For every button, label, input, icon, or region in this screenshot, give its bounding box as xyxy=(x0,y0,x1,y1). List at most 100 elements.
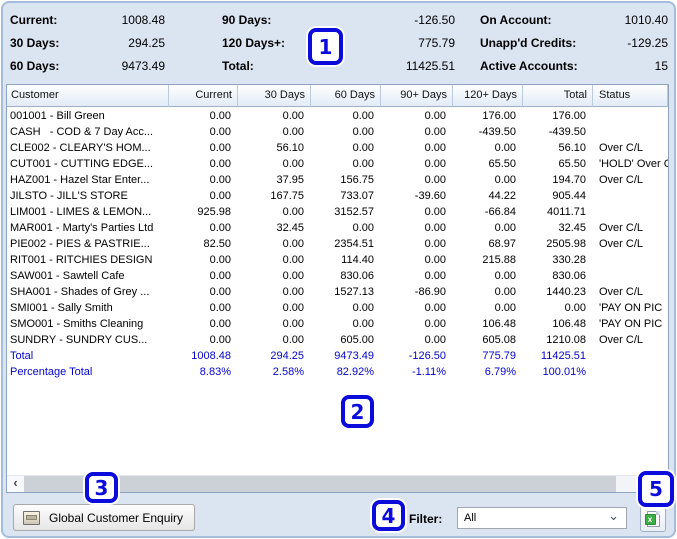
customer-cell: SMI001 - Sally Smith xyxy=(10,302,113,314)
total-cell: 1210.08 xyxy=(546,334,586,346)
column-header-60days[interactable]: 60 Days xyxy=(311,85,381,107)
days60-cell: 830.06 xyxy=(340,270,374,282)
total-cell: 0.00 xyxy=(564,302,586,314)
days30-cell: 56.10 xyxy=(276,142,304,154)
summary-value-on-account: 1010.40 xyxy=(624,13,668,27)
summary-value-120days: 775.79 xyxy=(418,36,455,50)
table-row[interactable]: 001001 - Bill Green 0.00 0.00 0.00 0.00 … xyxy=(7,108,668,124)
table-row[interactable]: SAW001 - Sawtell Cafe 0.00 0.00 830.06 0… xyxy=(7,268,668,284)
current-cell: 0.00 xyxy=(209,270,231,282)
current-cell: 0.00 xyxy=(209,302,231,314)
export-to-excel-button[interactable]: x xyxy=(640,506,666,532)
total-120days: 775.79 xyxy=(482,350,516,362)
summary-label-current: Current: xyxy=(10,13,58,27)
excel-export-icon: x xyxy=(644,511,660,527)
days90-cell: 0.00 xyxy=(424,142,446,154)
total-cell: 1440.23 xyxy=(546,286,586,298)
days120-cell: 68.97 xyxy=(488,238,516,250)
status-cell: 'PAY ON PIC xyxy=(599,318,663,330)
total-cell: 330.28 xyxy=(552,254,586,266)
days60-cell: 0.00 xyxy=(352,126,374,138)
column-header-120days[interactable]: 120+ Days xyxy=(453,85,523,107)
callout-badge-3: 3 xyxy=(85,472,118,503)
current-cell: 0.00 xyxy=(209,142,231,154)
summary-label-90days: 90 Days: xyxy=(222,13,272,27)
table-row[interactable]: CLE002 - CLEARY'S HOM... 0.00 56.10 0.00… xyxy=(7,140,668,156)
days30-cell: 0.00 xyxy=(282,286,304,298)
total-cell: 65.50 xyxy=(558,158,586,170)
total-60days: 9473.49 xyxy=(334,350,374,362)
table-row[interactable]: SMI001 - Sally Smith 0.00 0.00 0.00 0.00… xyxy=(7,300,668,316)
current-cell: 0.00 xyxy=(209,334,231,346)
callout-badge-5: 5 xyxy=(638,471,674,507)
customer-cell: RIT001 - RITCHIES DESIGN xyxy=(10,254,153,266)
customer-cell: SUNDRY - SUNDRY CUS... xyxy=(10,334,148,346)
column-header-30days[interactable]: 30 Days xyxy=(238,85,311,107)
days30-cell: 0.00 xyxy=(282,110,304,122)
status-cell: Over C/L xyxy=(599,174,644,186)
days120-cell: 0.00 xyxy=(494,302,516,314)
days60-cell: 1527.13 xyxy=(334,286,374,298)
customer-balances-window: Current: 1008.48 30 Days: 294.25 60 Days… xyxy=(0,0,677,539)
column-header-90days[interactable]: 90+ Days xyxy=(381,85,453,107)
percentage-current: 8.83% xyxy=(199,366,231,378)
summary-value-unappd-credits: -129.25 xyxy=(627,36,668,50)
days90-cell: 0.00 xyxy=(424,334,446,346)
status-cell xyxy=(593,124,668,140)
current-cell: 0.00 xyxy=(209,318,231,330)
table-row[interactable]: SMO001 - Smiths Cleaning 0.00 0.00 0.00 … xyxy=(7,316,668,332)
days30-cell: 0.00 xyxy=(282,318,304,330)
table-row[interactable]: HAZ001 - Hazel Star Enter... 0.00 37.95 … xyxy=(7,172,668,188)
table-row[interactable]: RIT001 - RITCHIES DESIGN 0.00 0.00 114.4… xyxy=(7,252,668,268)
customer-cell: SMO001 - Smiths Cleaning xyxy=(10,318,144,330)
status-cell: Over C/L xyxy=(599,222,644,234)
summary-value-active-accounts: 15 xyxy=(654,59,668,73)
days30-cell: 0.00 xyxy=(282,302,304,314)
total-90days: -126.50 xyxy=(408,350,446,362)
days120-cell: 605.08 xyxy=(482,334,516,346)
table-row[interactable]: JILSTO - JILL'S STORE 0.00 167.75 733.07… xyxy=(7,188,668,204)
days60-cell: 0.00 xyxy=(352,302,374,314)
customer-cell: PIE002 - PIES & PASTRIE... xyxy=(10,238,150,250)
column-header-customer[interactable]: Customer xyxy=(7,85,169,107)
days90-cell: 0.00 xyxy=(424,206,446,218)
current-cell: 0.00 xyxy=(209,222,231,234)
days30-cell: 0.00 xyxy=(282,238,304,250)
days120-cell: 176.00 xyxy=(482,110,516,122)
total-status xyxy=(593,348,668,364)
filter-dropdown[interactable]: All ⌄ xyxy=(457,507,627,529)
days90-cell: 0.00 xyxy=(424,318,446,330)
column-header-status[interactable]: Status xyxy=(593,85,668,107)
summary-label-120days: 120 Days+: xyxy=(222,36,286,50)
status-cell: Over C/L xyxy=(599,238,644,250)
days60-cell: 0.00 xyxy=(352,318,374,330)
global-customer-enquiry-button[interactable]: Global Customer Enquiry xyxy=(13,504,195,531)
days30-cell: 0.00 xyxy=(282,334,304,346)
days90-cell: 0.00 xyxy=(424,110,446,122)
days90-cell: 0.00 xyxy=(424,238,446,250)
callout-badge-2: 2 xyxy=(341,395,374,428)
days120-cell: 0.00 xyxy=(494,174,516,186)
percentage-30days: 2.58% xyxy=(272,366,304,378)
table-row[interactable]: LIM001 - LIMES & LEMON... 925.98 0.00 31… xyxy=(7,204,668,220)
table-row[interactable]: CUT001 - CUTTING EDGE... 0.00 0.00 0.00 … xyxy=(7,156,668,172)
current-cell: 0.00 xyxy=(209,174,231,186)
global-customer-enquiry-label: Global Customer Enquiry xyxy=(49,510,184,525)
percentage-label: Percentage Total xyxy=(10,366,93,378)
total-cell: 106.48 xyxy=(552,318,586,330)
customer-cell: MAR001 - Marty's Parties Ltd xyxy=(10,222,154,234)
table-row[interactable]: CASH - COD & 7 Day Acc... 0.00 0.00 0.00… xyxy=(7,124,668,140)
table-row[interactable]: PIE002 - PIES & PASTRIE... 82.50 0.00 23… xyxy=(7,236,668,252)
status-cell xyxy=(593,108,668,124)
column-header-current[interactable]: Current xyxy=(169,85,238,107)
table-body: 001001 - Bill Green 0.00 0.00 0.00 0.00 … xyxy=(7,108,668,475)
days120-cell: 106.48 xyxy=(482,318,516,330)
summary-value-current: 1008.48 xyxy=(121,13,165,27)
current-cell: 0.00 xyxy=(209,126,231,138)
table-row[interactable]: MAR001 - Marty's Parties Ltd 0.00 32.45 … xyxy=(7,220,668,236)
column-header-total[interactable]: Total xyxy=(523,85,593,107)
table-row[interactable]: SHA001 - Shades of Grey ... 0.00 0.00 15… xyxy=(7,284,668,300)
scroll-left-arrow-icon[interactable]: ‹ xyxy=(7,476,24,492)
table-row[interactable]: SUNDRY - SUNDRY CUS... 0.00 0.00 605.00 … xyxy=(7,332,668,348)
status-cell: Over C/L xyxy=(599,142,644,154)
